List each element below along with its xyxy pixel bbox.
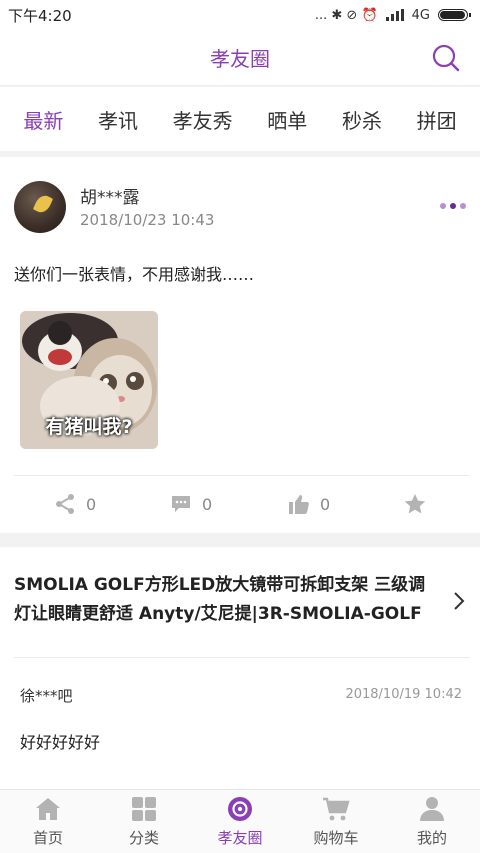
avatar[interactable] — [14, 181, 66, 233]
nav-category[interactable]: 分类 — [96, 790, 192, 853]
tab-group-buy[interactable]: 拼团 — [413, 99, 461, 140]
product-card[interactable]: SMOLIA GOLF方形LED放大镜带可拆卸支架 三级调灯让眼睛更舒适 Any… — [0, 547, 480, 797]
like-count: 0 — [320, 494, 331, 514]
share-icon — [56, 494, 74, 514]
nav-home[interactable]: 首页 — [0, 790, 96, 853]
post-actions: 0 0 0 — [0, 487, 480, 523]
circle-icon — [228, 796, 252, 821]
post-username[interactable]: 胡***露 — [80, 183, 140, 208]
post-text: 送你们一张表情，不用感谢我…… — [14, 265, 255, 284]
nav-label-home: 首页 — [32, 828, 63, 847]
status-time: 下午4:20 — [8, 6, 72, 25]
battery-level — [440, 11, 466, 19]
comment-username: 徐***吧 — [20, 687, 73, 705]
category-icon — [132, 796, 156, 821]
comment-count: 0 — [202, 494, 213, 514]
tab-news[interactable]: 孝讯 — [94, 99, 142, 140]
like-button[interactable]: 0 — [288, 493, 330, 515]
comment-timestamp: 2018/10/19 10:42 — [345, 687, 462, 702]
status-icons: ... ✱ ⊘ ⏰ — [314, 7, 378, 23]
page-title: 孝友圈 — [210, 47, 270, 71]
nav-label-profile: 我的 — [416, 828, 447, 847]
app-header: 孝友圈 — [0, 30, 480, 86]
nav-label-cart: 购物车 — [313, 828, 359, 847]
share-button[interactable]: 0 — [54, 493, 96, 515]
status-bar: 下午4:20 ... ✱ ⊘ ⏰ 4G — [0, 0, 480, 30]
post-card: 胡***露 2018/10/23 10:43 送你们一张表情，不用感谢我…… 有… — [0, 157, 480, 533]
nav-label-circle: 孝友圈 — [217, 828, 263, 847]
chevron-right-icon[interactable] — [452, 591, 466, 611]
comment-icon — [172, 496, 190, 512]
signal-icon — [385, 9, 404, 21]
bottom-nav: 首页 分类 孝友圈 购物车 我的 — [0, 789, 480, 853]
network-type: 4G — [411, 7, 430, 23]
tab-friends-show[interactable]: 孝友秀 — [169, 99, 237, 140]
user-icon — [420, 796, 444, 821]
favorite-button[interactable] — [404, 493, 426, 515]
cart-icon — [323, 797, 350, 820]
category-tabs: 最新 孝讯 孝友秀 晒单 秒杀 拼团 — [0, 87, 480, 151]
image-caption: 有猪叫我? — [45, 416, 133, 438]
comment-button[interactable]: 0 — [170, 493, 212, 515]
battery-icon — [438, 9, 471, 21]
search-icon[interactable] — [430, 42, 462, 74]
nav-label-category: 分类 — [128, 828, 159, 847]
divider — [14, 657, 470, 658]
comment-text: 好好好好好 — [20, 733, 101, 752]
tab-orders[interactable]: 晒单 — [263, 99, 311, 140]
more-options-icon[interactable] — [440, 201, 466, 211]
nav-cart[interactable]: 购物车 — [288, 790, 384, 853]
home-icon — [36, 797, 60, 820]
tab-flash-sale[interactable]: 秒杀 — [338, 99, 386, 140]
post-timestamp: 2018/10/23 10:43 — [80, 211, 215, 229]
post-image[interactable]: 有猪叫我? — [20, 311, 158, 449]
nav-circle[interactable]: 孝友圈 — [192, 790, 288, 853]
thumbs-up-icon — [289, 495, 309, 514]
tab-latest[interactable]: 最新 — [19, 99, 67, 140]
divider — [14, 475, 470, 476]
product-title[interactable]: SMOLIA GOLF方形LED放大镜带可拆卸支架 三级调灯让眼睛更舒适 Any… — [14, 571, 434, 629]
status-indicators: ... ✱ ⊘ ⏰ 4G — [314, 7, 471, 23]
star-icon — [404, 494, 426, 514]
share-count: 0 — [86, 494, 97, 514]
nav-profile[interactable]: 我的 — [384, 790, 480, 853]
